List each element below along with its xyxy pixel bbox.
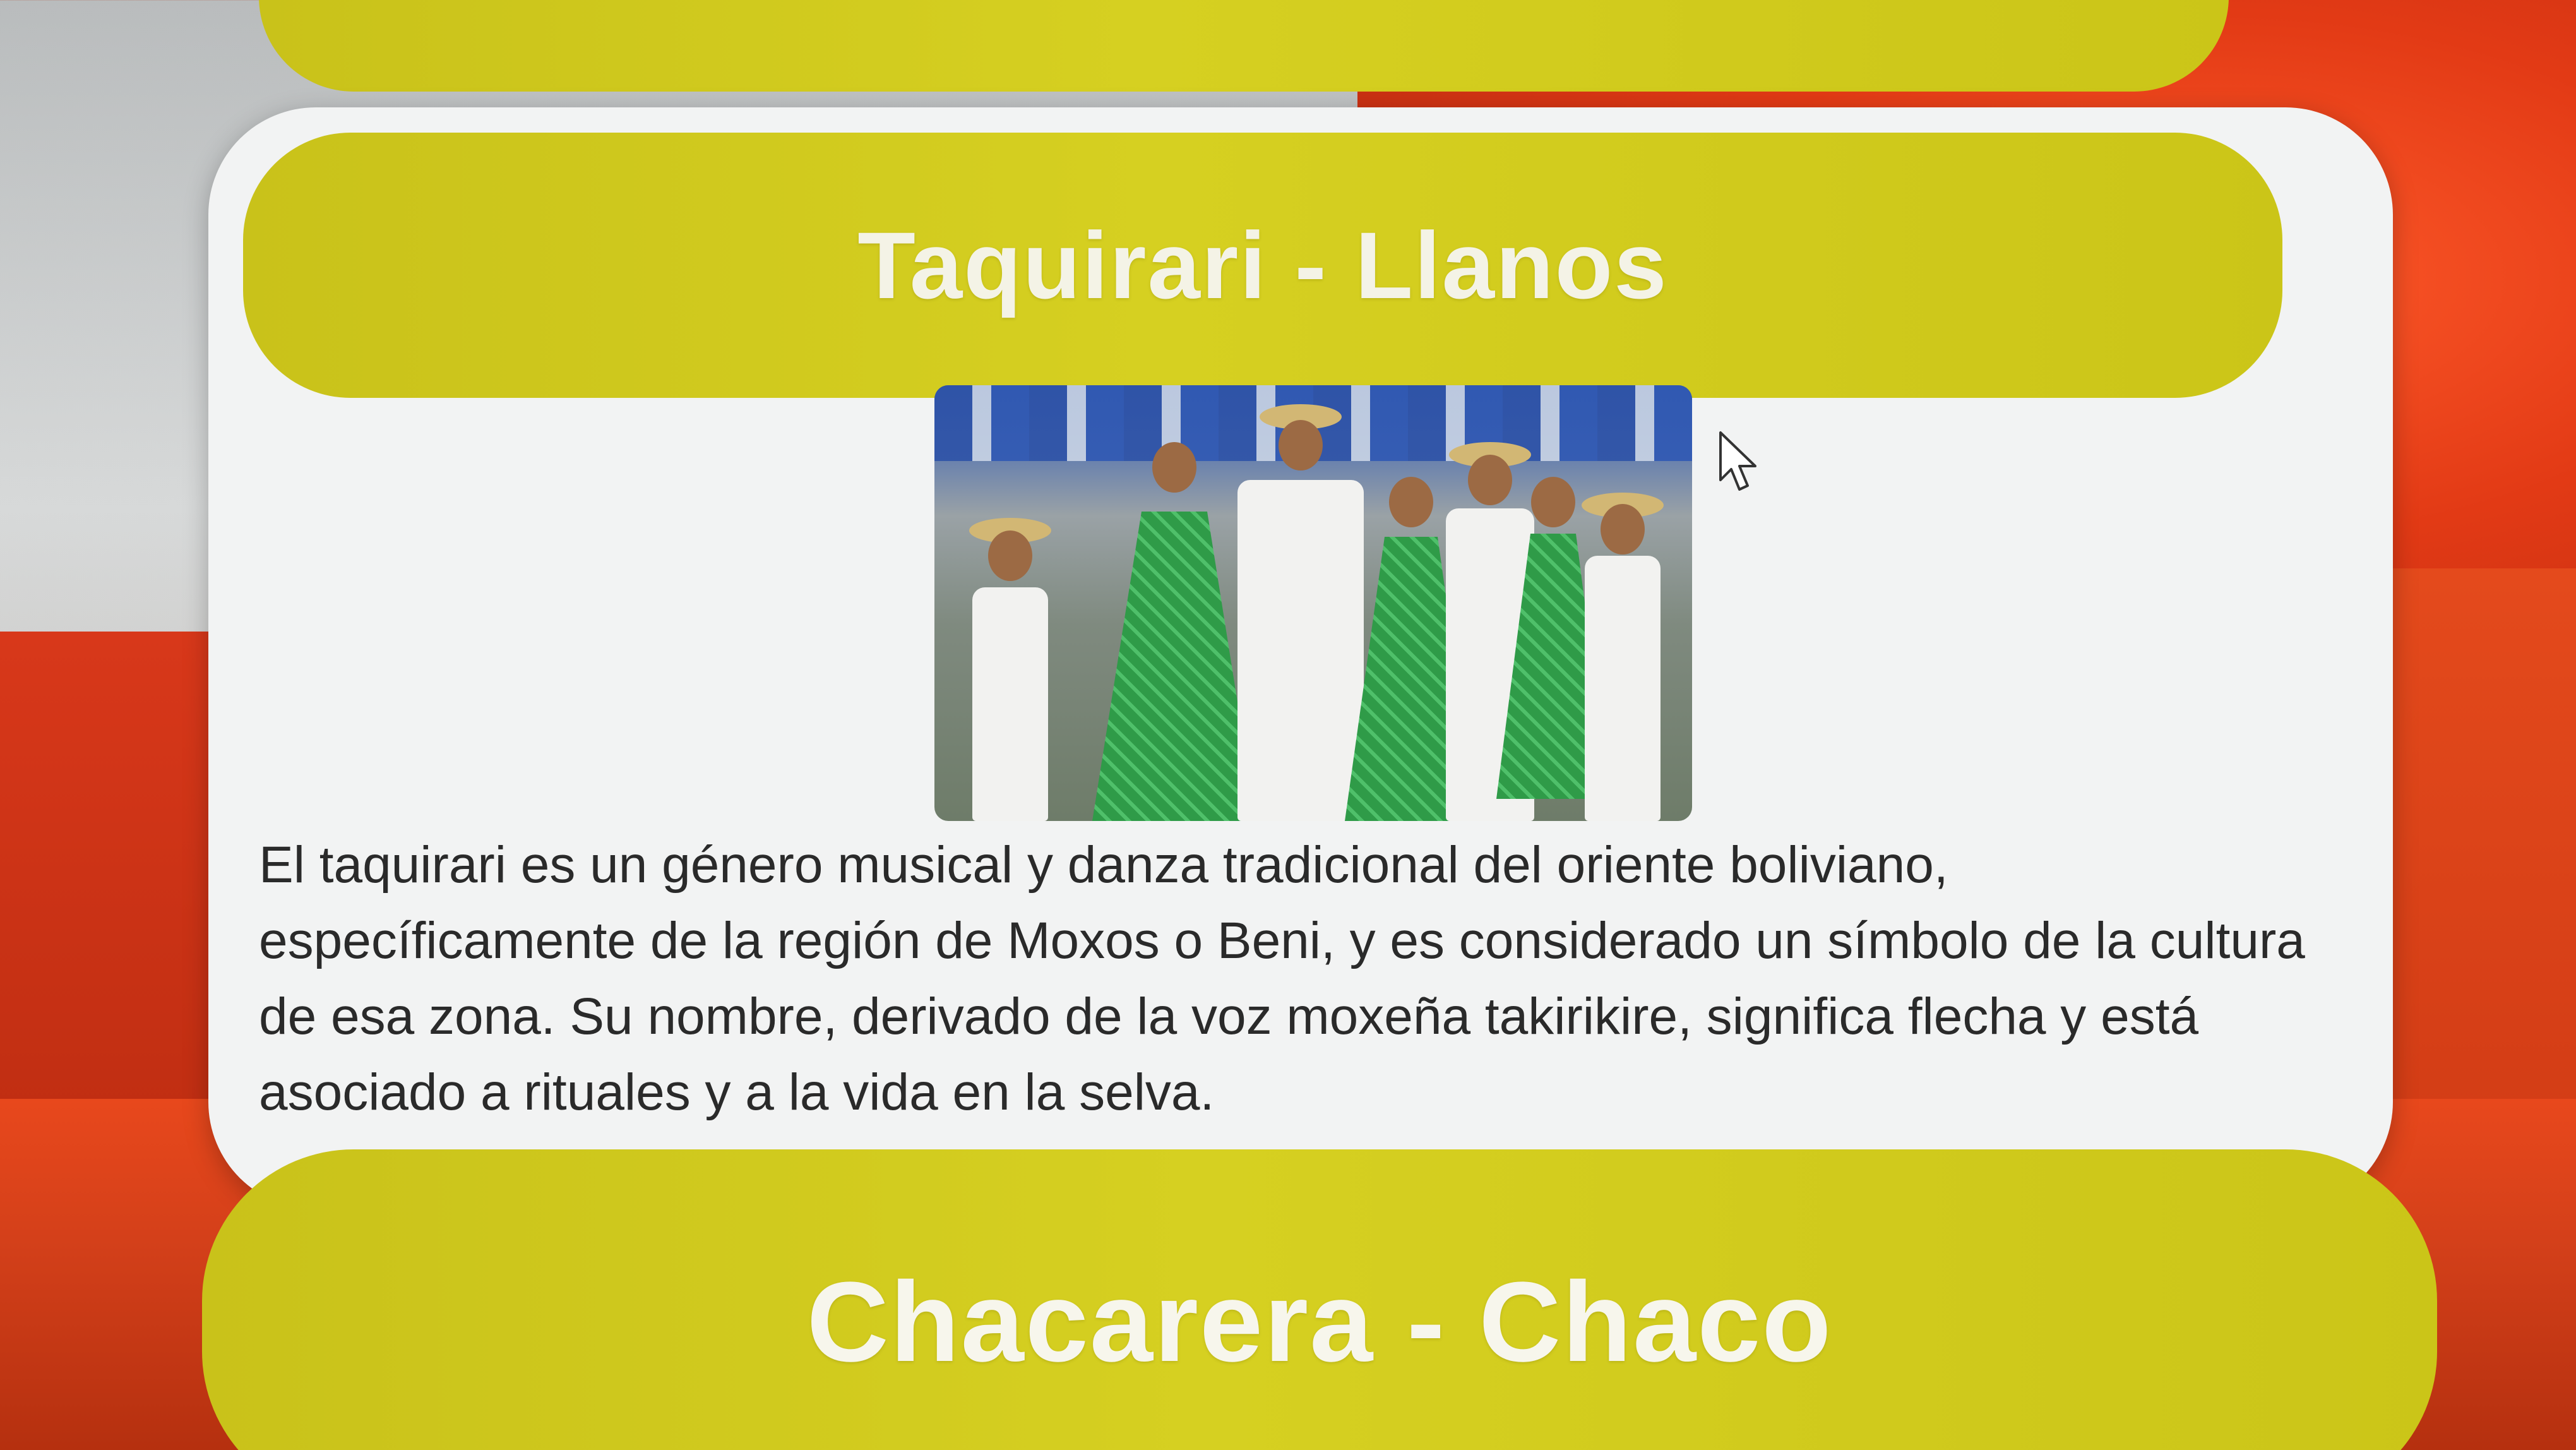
next-section-header[interactable]: Chacarera - Chaco bbox=[202, 1149, 2437, 1450]
section-header[interactable]: Taquirari - Llanos bbox=[243, 133, 2282, 398]
dance-description: El taquirari es un género musical y danz… bbox=[259, 836, 2305, 1121]
dancer-figure bbox=[960, 518, 1061, 821]
next-section-title: Chacarera - Chaco bbox=[806, 1259, 1833, 1386]
section-title: Taquirari - Llanos bbox=[857, 212, 1668, 318]
previous-section-header[interactable] bbox=[259, 0, 2229, 92]
dance-photo bbox=[934, 385, 1692, 821]
arrow-cursor-icon bbox=[1719, 431, 1756, 491]
dance-card: Taquirari - Llanos El taquirari es un gé… bbox=[208, 107, 2393, 1209]
dancer-figure bbox=[1566, 493, 1679, 821]
